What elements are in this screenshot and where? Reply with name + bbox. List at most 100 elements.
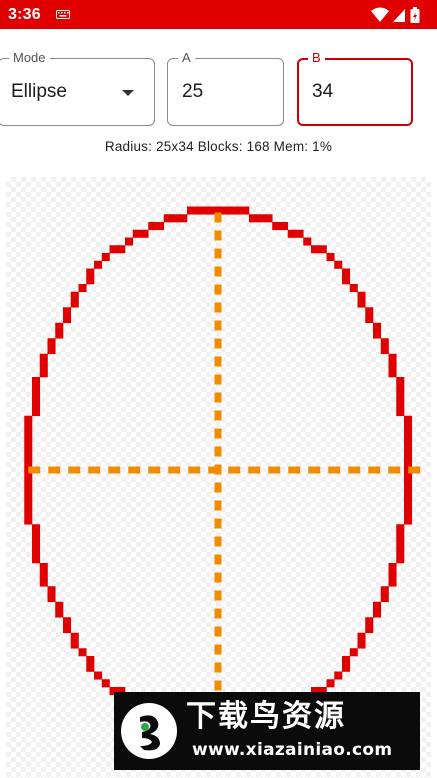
- ellipse-block: [404, 446, 413, 455]
- ellipse-block: [24, 415, 33, 424]
- vertical-axis-dash: [214, 410, 222, 421]
- horizontal-axis-dash: [368, 466, 381, 474]
- ellipse-block: [63, 315, 72, 324]
- ellipse-block: [24, 508, 33, 517]
- mode-label: Mode: [9, 50, 50, 66]
- signal-icon: [393, 9, 405, 22]
- vertical-axis-dash: [214, 446, 222, 457]
- mode-dropdown[interactable]: Mode Ellipse: [0, 50, 155, 126]
- ellipse-block: [55, 330, 64, 339]
- ellipse-block: [380, 338, 389, 347]
- horizontal-axis-dash: [228, 466, 241, 474]
- system-icons: [371, 7, 420, 23]
- ellipse-block: [388, 563, 397, 572]
- horizontal-axis-dash: [328, 466, 341, 474]
- ellipse-block: [24, 485, 33, 494]
- horizontal-axis-dash: [308, 466, 321, 474]
- vertical-axis-dash: [214, 284, 222, 295]
- vertical-axis-dash: [214, 428, 222, 439]
- vertical-axis-dash: [214, 266, 222, 277]
- vertical-axis-dash: [214, 230, 222, 241]
- ellipse-block: [47, 594, 56, 603]
- ellipse-block: [404, 454, 413, 463]
- horizontal-axis-dash: [288, 466, 301, 474]
- ellipse-block: [24, 431, 33, 440]
- status-time: 3:36: [8, 6, 41, 23]
- ellipse-block: [380, 586, 389, 595]
- horizontal-axis-dash: [48, 466, 61, 474]
- radius-b-label: B: [308, 50, 325, 66]
- ellipse-block: [70, 291, 79, 300]
- ellipse-block: [125, 237, 134, 246]
- ellipse-block: [32, 408, 41, 417]
- ellipse-block: [47, 338, 56, 347]
- ellipse-block: [241, 206, 250, 215]
- vertical-axis-dash: [214, 644, 222, 655]
- ellipse-block: [396, 400, 405, 409]
- ellipse-block: [326, 679, 335, 688]
- vertical-axis-dash: [214, 590, 222, 601]
- ellipse-block: [163, 214, 172, 223]
- ellipse-block: [24, 477, 33, 486]
- ellipse-block: [388, 570, 397, 579]
- ellipse-block: [39, 369, 48, 378]
- horizontal-axis-dash: [68, 466, 81, 474]
- ellipse-block: [148, 222, 157, 231]
- ellipse-block: [78, 648, 87, 657]
- ellipse-block: [396, 539, 405, 548]
- radius-a-value: 25: [182, 81, 204, 102]
- vertical-axis-dash: [214, 482, 222, 493]
- ellipse-block: [404, 431, 413, 440]
- horizontal-axis-dash: [348, 466, 361, 474]
- vertical-axis-dash: [214, 302, 222, 313]
- vertical-axis-dash: [214, 500, 222, 511]
- ellipse-block: [55, 601, 64, 610]
- ellipse-block: [86, 656, 95, 665]
- ellipse-block: [24, 516, 33, 525]
- ellipse-block: [63, 307, 72, 316]
- ellipse-block: [132, 229, 141, 238]
- ellipse-block: [179, 214, 188, 223]
- horizontal-axis-dash: [268, 466, 281, 474]
- battery-icon: [410, 7, 420, 23]
- ellipse-block: [404, 415, 413, 424]
- ellipse-block: [342, 276, 351, 285]
- ellipse-block: [70, 640, 79, 649]
- ellipse-block: [396, 384, 405, 393]
- horizontal-axis-dash: [128, 466, 141, 474]
- ellipse-block: [39, 570, 48, 579]
- ellipse-block: [404, 423, 413, 432]
- app-screen: 3:36 Mode Ellipse A 25 B 34 Radius: 25x3…: [0, 0, 437, 778]
- ellipse-block: [388, 361, 397, 370]
- ellipse-block: [171, 214, 180, 223]
- ellipse-block: [396, 555, 405, 564]
- ellipse-canvas[interactable]: [6, 177, 431, 778]
- info-text: Radius: 25x34 Blocks: 168 Mem: 1%: [104, 139, 333, 154]
- ellipse-block: [357, 640, 366, 649]
- horizontal-axis-dash: [88, 466, 101, 474]
- horizontal-axis-dash: [408, 466, 421, 474]
- ellipse-block: [357, 299, 366, 308]
- horizontal-axis-dash: [388, 466, 401, 474]
- ellipse-block: [357, 291, 366, 300]
- ellipse-block: [32, 400, 41, 409]
- ellipse-block: [256, 214, 265, 223]
- ellipse-block: [396, 408, 405, 417]
- ellipse-block: [388, 369, 397, 378]
- chevron-down-icon: [122, 90, 134, 96]
- vertical-axis-dash: [214, 572, 222, 583]
- ellipse-block: [326, 253, 335, 262]
- ellipse-block: [264, 214, 273, 223]
- ellipse-block: [32, 377, 41, 386]
- radius-b-input[interactable]: B 34: [297, 50, 413, 126]
- ellipse-block: [39, 353, 48, 362]
- watermark: 下载鸟资源 www.xiazainiao.com: [114, 692, 420, 770]
- ellipse-block: [373, 609, 382, 618]
- ellipse-block: [47, 586, 56, 595]
- radius-a-input[interactable]: A 25: [167, 50, 284, 126]
- ellipse-block: [70, 632, 79, 641]
- horizontal-axis-dash: [148, 466, 161, 474]
- ellipse-block: [109, 245, 118, 254]
- vertical-axis-dash: [214, 608, 222, 619]
- horizontal-axis-dash: [168, 466, 181, 474]
